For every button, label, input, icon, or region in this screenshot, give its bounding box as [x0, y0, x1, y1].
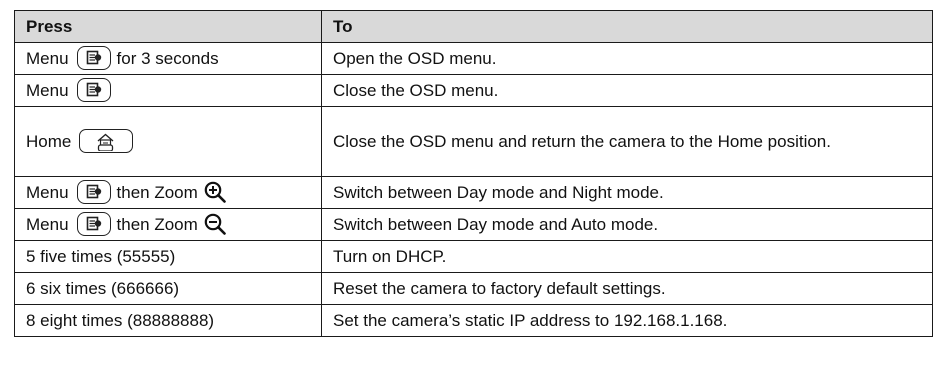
press-suffix: for 3 seconds: [116, 48, 219, 68]
press-cell: Menu for 3 seconds: [14, 42, 322, 75]
table-row: 5 five times (55555) Turn on DHCP.: [14, 240, 933, 273]
press-suffix: then Zoom: [116, 182, 198, 202]
menu-button-icon: [76, 179, 111, 204]
press-cell: Menu then Zoom: [14, 176, 322, 209]
header-press: Press: [14, 10, 322, 43]
press-suffix: then Zoom: [116, 214, 198, 234]
menu-button-icon: [76, 45, 111, 70]
table-row: 6 six times (666666) Reset the camera to…: [14, 272, 933, 305]
press-cell: Home: [14, 106, 322, 177]
press-text: Home: [26, 131, 72, 151]
header-to: To: [321, 10, 933, 43]
table-header-row: Press To: [14, 10, 933, 43]
table-row: Menu then Zoom Switch between Day mode an…: [14, 208, 933, 241]
to-cell: Close the OSD menu and return the camera…: [321, 106, 933, 177]
to-cell: Set the camera’s static IP address to 19…: [321, 304, 933, 337]
to-cell: Switch between Day mode and Auto mode.: [321, 208, 933, 241]
to-cell: Switch between Day mode and Night mode.: [321, 176, 933, 209]
table-row: 8 eight times (88888888) Set the camera’…: [14, 304, 933, 337]
press-text: Menu: [26, 214, 69, 234]
to-cell: Reset the camera to factory default sett…: [321, 272, 933, 305]
zoom-out-icon: [204, 213, 226, 235]
press-cell: Menu: [14, 74, 322, 107]
home-button-icon: [79, 128, 134, 153]
table-row: Menu for 3 seconds Open the OSD menu.: [14, 42, 933, 75]
press-cell: 8 eight times (88888888): [14, 304, 322, 337]
press-cell: 6 six times (666666): [14, 272, 322, 305]
menu-button-icon: [76, 77, 111, 102]
menu-button-icon: [76, 211, 111, 236]
press-text: Menu: [26, 80, 69, 100]
to-cell: Open the OSD menu.: [321, 42, 933, 75]
to-cell: Close the OSD menu.: [321, 74, 933, 107]
press-cell: 5 five times (55555): [14, 240, 322, 273]
press-text: Menu: [26, 48, 69, 68]
to-cell: Turn on DHCP.: [321, 240, 933, 273]
table-row: Home Close the OSD menu and return the c…: [14, 106, 933, 177]
press-text: Menu: [26, 182, 69, 202]
key-function-table: Press To Menu for 3 seconds Open the OSD …: [14, 10, 933, 337]
key-function-table-container: Press To Menu for 3 seconds Open the OSD …: [14, 10, 933, 388]
press-cell: Menu then Zoom: [14, 208, 322, 241]
zoom-in-icon: [204, 181, 226, 203]
table-row: Menu Close the OSD menu.: [14, 74, 933, 107]
table-row: Menu then Zoom Switch between Day mode an…: [14, 176, 933, 209]
